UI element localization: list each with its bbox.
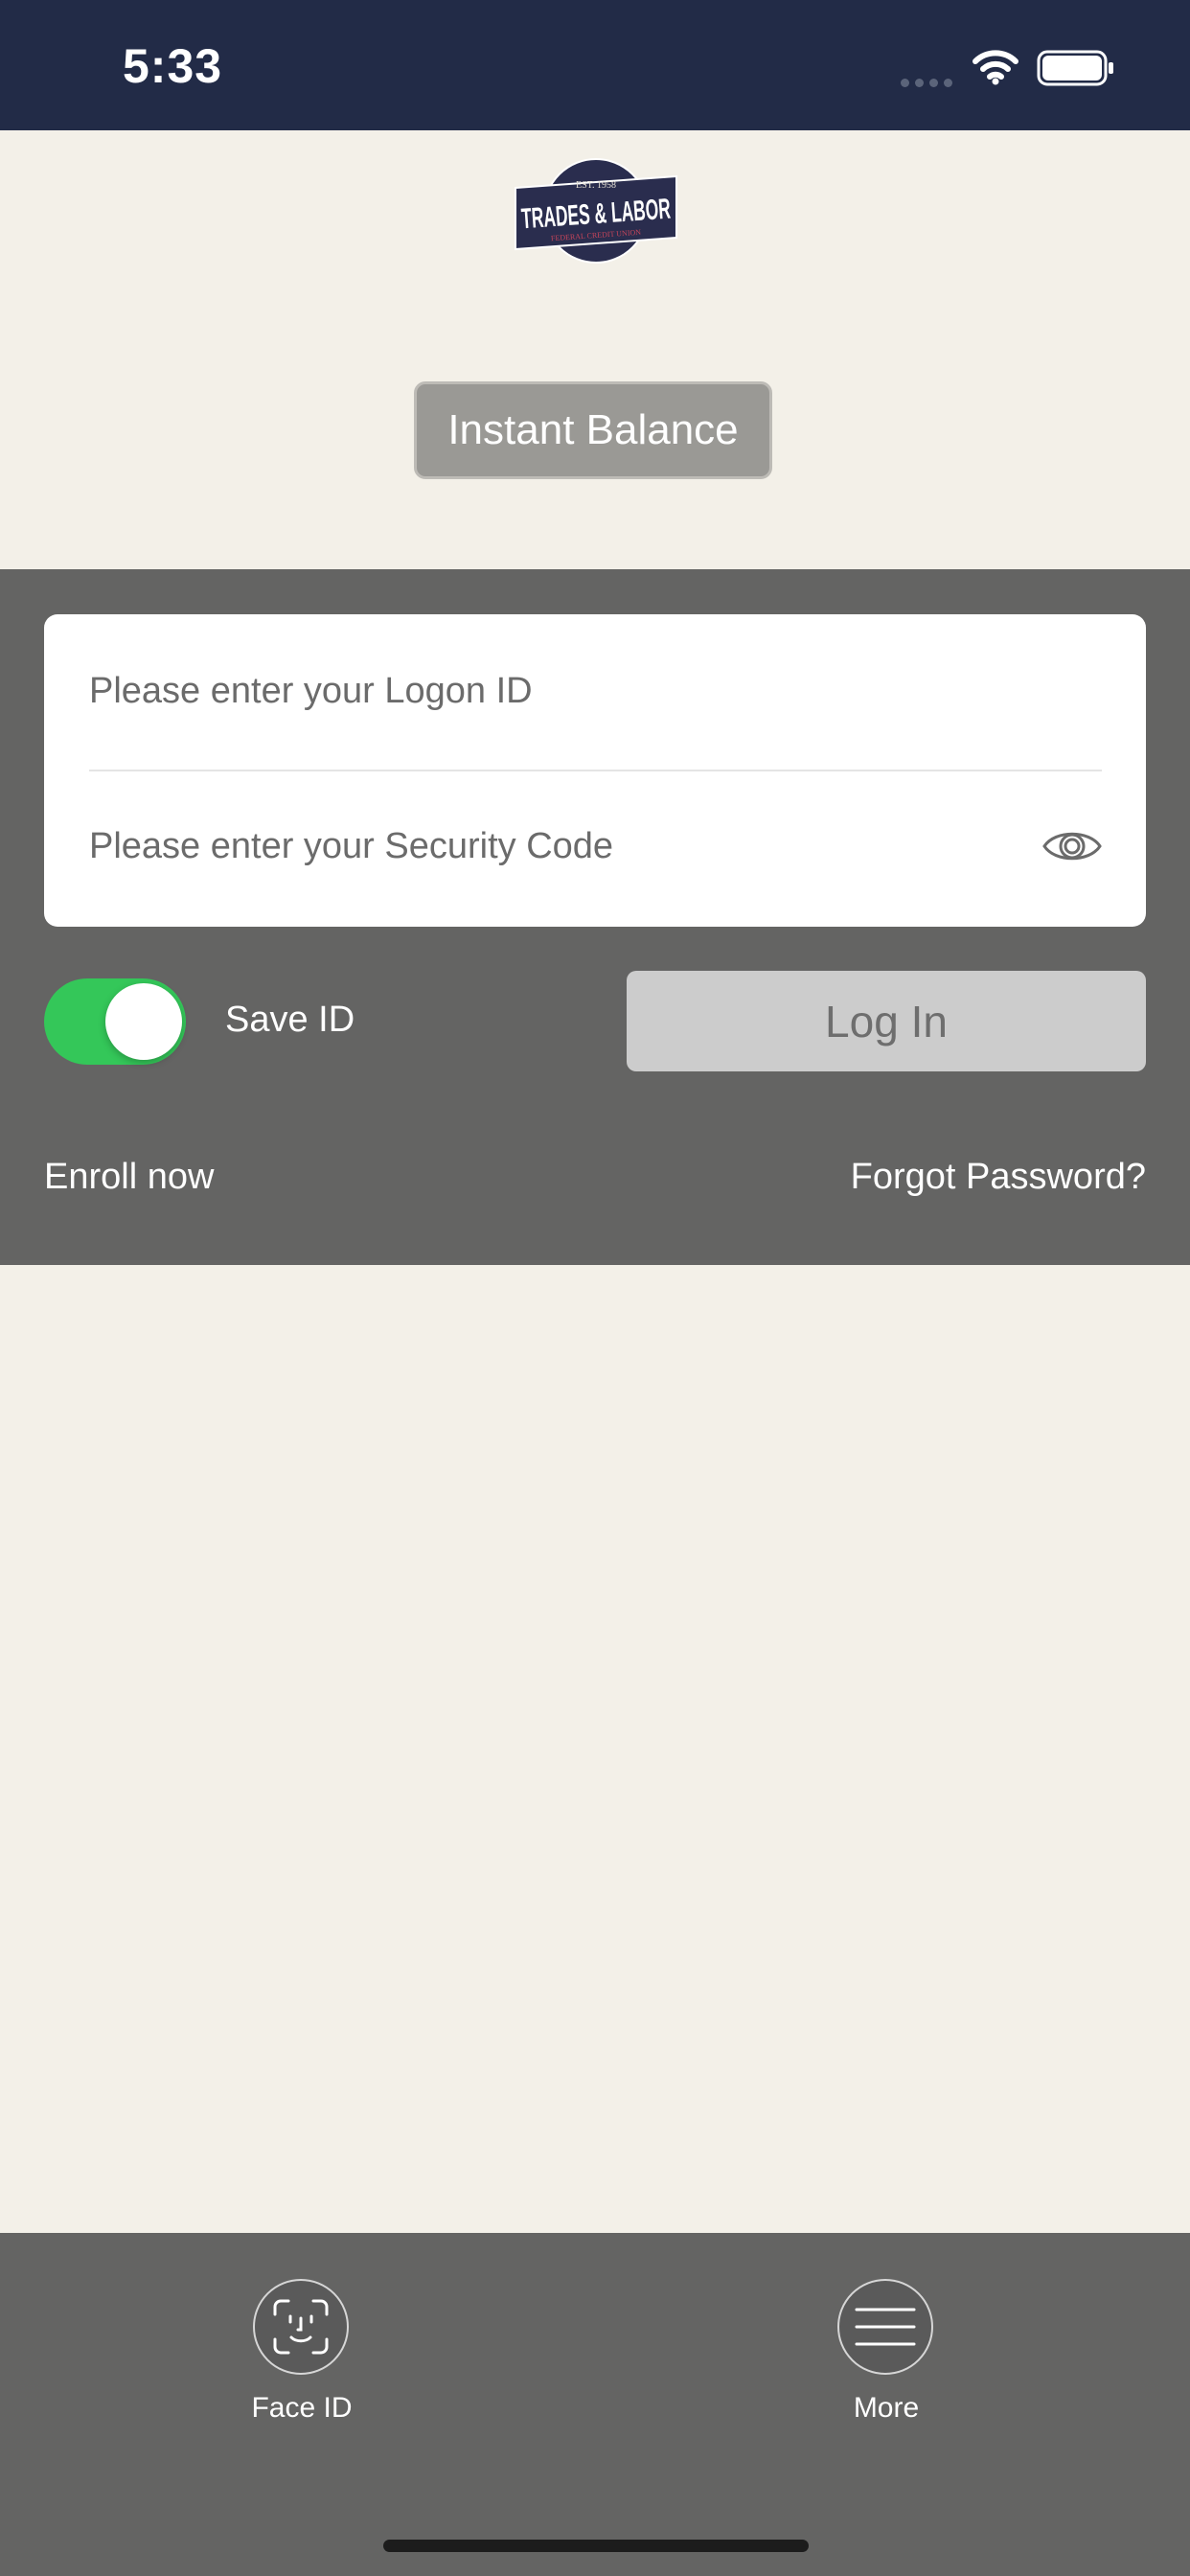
- home-indicator: [383, 2540, 809, 2552]
- save-id-label: Save ID: [225, 1000, 355, 1040]
- enroll-now-link[interactable]: Enroll now: [44, 1157, 214, 1198]
- toggle-knob[interactable]: [105, 983, 182, 1060]
- face-id-icon: [273, 2299, 329, 2355]
- show-password-icon[interactable]: [1041, 822, 1103, 870]
- more-label: More: [853, 2392, 920, 2424]
- instant-balance-button[interactable]: Instant Balance: [414, 381, 772, 479]
- field-divider: [89, 770, 1102, 771]
- status-time: 5:33: [123, 39, 223, 93]
- more-button[interactable]: [837, 2279, 933, 2375]
- forgot-password-link[interactable]: Forgot Password?: [843, 1157, 1146, 1198]
- face-id-button[interactable]: [253, 2279, 349, 2375]
- svg-text:EST. 1958: EST. 1958: [576, 180, 616, 191]
- battery-icon: [1037, 50, 1115, 86]
- face-id-label: Face ID: [251, 2392, 353, 2424]
- wifi-icon: [972, 48, 1019, 86]
- menu-icon: [855, 2308, 916, 2346]
- bottom-bar: [0, 2233, 1190, 2576]
- security-code-field[interactable]: Please enter your Security Code: [89, 826, 951, 874]
- logon-id-field[interactable]: Please enter your Logon ID: [89, 671, 1047, 719]
- trades-labor-logo: EST. 1958 TRADES & LABOR FEDERAL CREDIT …: [512, 155, 680, 266]
- login-button[interactable]: Log In: [627, 971, 1146, 1071]
- signal-icon: [901, 75, 958, 87]
